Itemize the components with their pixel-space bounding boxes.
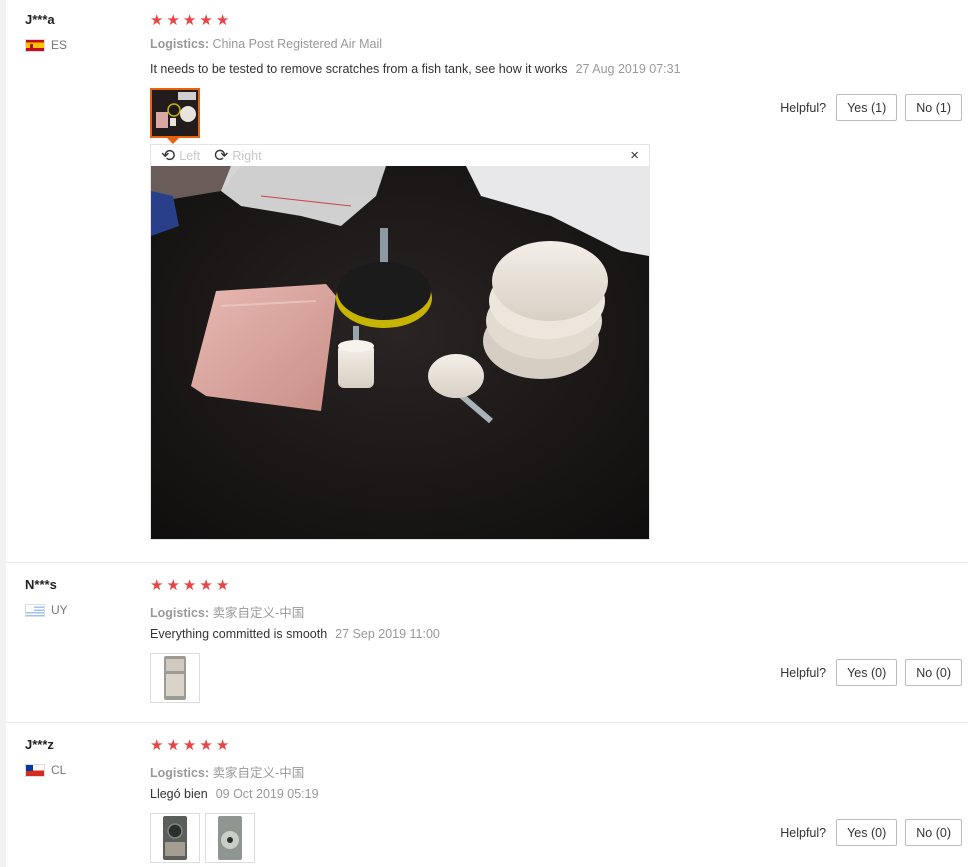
- review-photo-thumbnail[interactable]: [205, 813, 255, 863]
- star-icon: ★: [199, 12, 213, 29]
- photo-thumbnail-image: [151, 814, 199, 862]
- star-icon: ★: [150, 577, 164, 594]
- photo-viewer-toolbar: ⟲ Left ⟳ Right ×: [151, 145, 649, 166]
- uruguay-flag-icon: [25, 603, 45, 617]
- helpful-label: Helpful?: [780, 825, 827, 840]
- vote-yes-button[interactable]: Yes (1): [836, 94, 898, 121]
- review-item: N***s UY ★ ★ ★ ★ ★ Logistics: 卖家自定义-中国 E…: [0, 563, 970, 723]
- reviewer-country: UY: [25, 603, 68, 617]
- star-icon: ★: [182, 577, 197, 594]
- star-icon: ★: [215, 577, 230, 594]
- review-text: Llegó bien 09 Oct 2019 05:19: [150, 787, 319, 801]
- review-date: 27 Sep 2019 11:00: [335, 627, 440, 641]
- photo-thumbnail-image: [151, 654, 199, 702]
- star-rating: ★ ★ ★ ★ ★: [150, 13, 229, 28]
- logistics-label: Logistics:: [150, 37, 210, 51]
- photo-viewer: ⟲ Left ⟳ Right ×: [150, 144, 650, 540]
- helpful-label: Helpful?: [780, 100, 827, 115]
- star-icon: ★: [150, 12, 164, 29]
- reviewer-name: J***z: [25, 737, 54, 752]
- rotate-right-icon[interactable]: ⟳: [214, 147, 228, 164]
- logistics-value: 卖家自定义-中国: [212, 766, 305, 780]
- star-icon: ★: [215, 12, 230, 29]
- logistics-value: China Post Registered Air Mail: [212, 37, 383, 51]
- star-rating: ★ ★ ★ ★ ★: [150, 738, 229, 753]
- review-date: 09 Oct 2019 05:19: [215, 787, 319, 801]
- review-photo-enlarged: [151, 166, 649, 539]
- logistics-value: 卖家自定义-中国: [212, 606, 305, 620]
- photo-thumbnail-image: [152, 90, 198, 136]
- review-item: J***z CL ★ ★ ★ ★ ★ Logistics: 卖家自定义-中国 L…: [0, 723, 970, 867]
- vote-no-button[interactable]: No (0): [905, 659, 962, 686]
- spain-flag-icon: [25, 38, 45, 52]
- reviewer-name: J***a: [25, 12, 55, 27]
- logistics-info: Logistics: 卖家自定义-中国: [150, 762, 304, 781]
- photo-thumbnail-image: [206, 814, 254, 862]
- logistics-label: Logistics:: [150, 606, 210, 620]
- review-photo-thumbnail[interactable]: [150, 653, 200, 703]
- star-icon: ★: [182, 12, 197, 29]
- helpful-label: Helpful?: [780, 665, 827, 680]
- star-icon: ★: [182, 737, 197, 754]
- logistics-label: Logistics:: [150, 766, 210, 780]
- helpful-voting: Helpful? Yes (0) No (0): [780, 819, 962, 846]
- rotate-left-icon[interactable]: ⟲: [161, 147, 175, 164]
- review-body: It needs to be tested to remove scratche…: [150, 62, 568, 76]
- vote-no-button[interactable]: No (1): [905, 94, 962, 121]
- star-icon: ★: [215, 737, 230, 754]
- review-photo-thumbnail[interactable]: [150, 813, 200, 863]
- star-icon: ★: [166, 12, 180, 29]
- review-body: Everything committed is smooth: [150, 627, 328, 641]
- star-icon: ★: [166, 577, 180, 594]
- star-icon: ★: [150, 737, 164, 754]
- vote-no-button[interactable]: No (0): [905, 819, 962, 846]
- review-item: J***a ES ★ ★ ★ ★ ★ Logistics: China Post…: [0, 0, 970, 563]
- reviewer-country: ES: [25, 38, 67, 52]
- review-text: It needs to be tested to remove scratche…: [150, 62, 681, 76]
- country-code: ES: [51, 38, 68, 52]
- rotate-right-button[interactable]: Right: [232, 149, 261, 163]
- vote-yes-button[interactable]: Yes (0): [836, 659, 898, 686]
- reviewer-name: N***s: [25, 577, 57, 592]
- logistics-info: Logistics: China Post Registered Air Mai…: [150, 37, 382, 51]
- review-text: Everything committed is smooth 27 Sep 201…: [150, 627, 440, 641]
- rotate-left-button[interactable]: Left: [179, 149, 200, 163]
- helpful-voting: Helpful? Yes (1) No (1): [780, 94, 962, 121]
- reviewer-country: CL: [25, 763, 66, 777]
- star-icon: ★: [166, 737, 180, 754]
- close-icon[interactable]: ×: [630, 147, 639, 164]
- vote-yes-button[interactable]: Yes (0): [836, 819, 898, 846]
- review-body: Llegó bien: [150, 787, 208, 801]
- country-code: CL: [51, 763, 67, 777]
- chile-flag-icon: [25, 763, 45, 777]
- review-date: 27 Aug 2019 07:31: [575, 62, 681, 76]
- star-rating: ★ ★ ★ ★ ★: [150, 578, 229, 593]
- star-icon: ★: [199, 737, 213, 754]
- logistics-info: Logistics: 卖家自定义-中国: [150, 602, 304, 621]
- helpful-voting: Helpful? Yes (0) No (0): [780, 659, 962, 686]
- star-icon: ★: [199, 577, 213, 594]
- country-code: UY: [51, 603, 68, 617]
- review-photo-thumbnail[interactable]: [150, 88, 200, 138]
